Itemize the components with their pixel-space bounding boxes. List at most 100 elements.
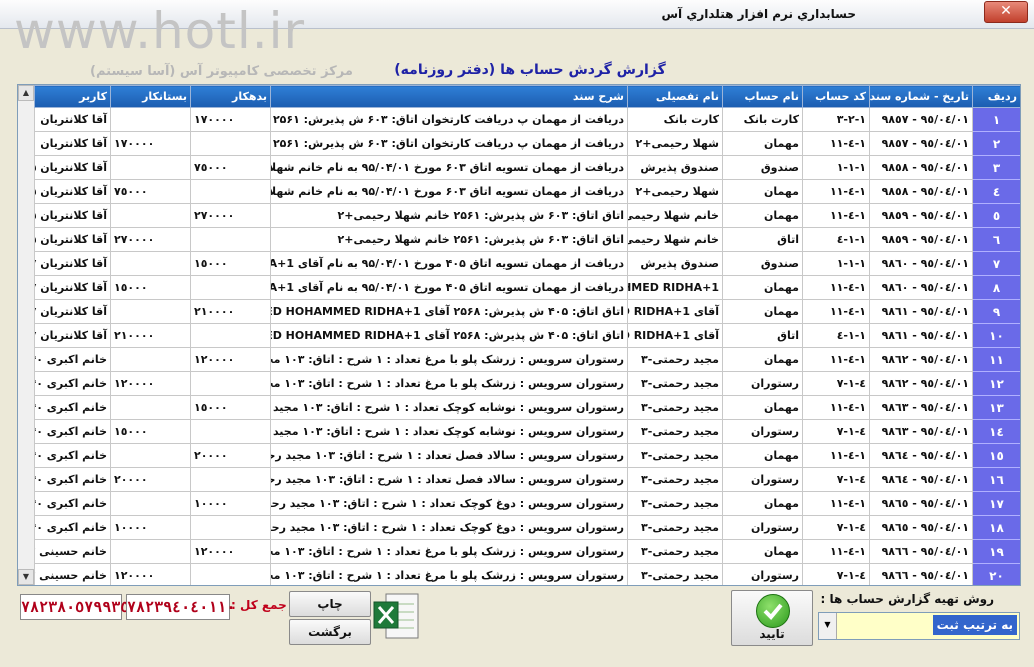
row-number-cell: ٦: [972, 227, 1020, 252]
table-row[interactable]: آقا کلانتریان ۷۷٢١٠٠٠٠اتاق اتاق: ۴۰۵ ش پ…: [34, 323, 1020, 348]
close-button[interactable]: ✕: [984, 1, 1028, 23]
column-header[interactable]: ردیف: [972, 85, 1020, 108]
print-button[interactable]: چاپ: [289, 591, 371, 617]
column-header[interactable]: تاریخ - شماره سند: [869, 85, 973, 108]
table-cell: ١٧٠٠٠٠: [190, 107, 271, 132]
table-cell: ١٢٠٠٠٠: [110, 563, 191, 585]
table-row[interactable]: آقا کلانتریان ۷۷١٥٠٠٠دریافت از مهمان تسو…: [34, 251, 1020, 276]
table-row[interactable]: آقا کلانتریان ۵۵٧٥٠٠٠دریافت از مهمان تسو…: [34, 179, 1020, 204]
table-cell: مهمان: [722, 179, 803, 204]
table-cell: صندوق: [722, 251, 803, 276]
table-row[interactable]: آقا کلانتریان ۵۱ ١٧٠٠٠٠دریافت از مهمان پ …: [34, 107, 1020, 132]
table-row[interactable]: خانم اکبری ۱:۴۰٢٠٠٠٠رستوران سرویس : سالا…: [34, 467, 1020, 492]
row-number-cell: ١٢: [972, 371, 1020, 396]
table-cell: ١-٤-١١: [802, 299, 870, 324]
dropdown-arrow-icon[interactable]: ▼: [819, 613, 837, 639]
table-cell: اتاق: [722, 227, 803, 252]
table-cell: مهمان: [722, 395, 803, 420]
table-cell: ١٥٠٠٠: [190, 395, 271, 420]
row-number-cell: ١٥: [972, 443, 1020, 468]
table-cell: ٤-١-٧: [802, 515, 870, 540]
column-header[interactable]: بستانکار: [110, 85, 191, 108]
window-title: حسابداري نرم افزار هتلداري آس: [661, 7, 857, 21]
table-cell: ٩٥/٠٤/٠١ - ٩٨٦٣: [869, 395, 973, 420]
table-cell: خانم حسینی ۴۳: [34, 539, 111, 564]
table-cell: اتاق: [722, 323, 803, 348]
table-cell: ١-٤-١١: [802, 203, 870, 228]
scroll-up-button[interactable]: ▲: [18, 85, 34, 101]
table-row[interactable]: آقا کلانتریان ۷۷٢١٠٠٠٠اتاق اتاق: ۴۰۵ ش پ…: [34, 299, 1020, 324]
table-cell: آقا کلانتریان ۷۷: [34, 299, 111, 324]
table-cell: [110, 107, 191, 132]
table-cell: ٩٥/٠٤/٠١ - ٩٨٦٢: [869, 347, 973, 372]
table-row[interactable]: آقا کلانتریان ۵۵٢٧٠٠٠٠اتاق اتاق: ۶۰۳ ش پ…: [34, 203, 1020, 228]
table-cell: مجید رحمتی-٣: [627, 419, 723, 444]
table-cell: [110, 251, 191, 276]
table-cell: ١-١-١: [802, 251, 870, 276]
row-number-cell: ١١: [972, 347, 1020, 372]
table-row[interactable]: آقا کلانتریان ۵۵٢٧٠٠٠٠اتاق اتاق: ۶۰۳ ش پ…: [34, 227, 1020, 252]
report-method-select[interactable]: ▼ به ترتیب ثبت: [818, 612, 1020, 640]
table-cell: ١-١-٤: [802, 323, 870, 348]
table-row[interactable]: آقا کلانتریان ۵۵٧٥٠٠٠دریافت از مهمان تسو…: [34, 155, 1020, 180]
table-cell: مجید رحمتی-٣: [627, 395, 723, 420]
table-row[interactable]: خانم حسینی ۴۳١٢٠٠٠٠رستوران سرویس : زرشک …: [34, 539, 1020, 564]
report-method-value: به ترتیب ثبت: [932, 615, 1017, 635]
table-cell: ٤-١-٧: [802, 419, 870, 444]
table-cell: مهمان: [722, 491, 803, 516]
table-row[interactable]: خانم اکبری ۱:۴۰١٠٠٠٠رستوران سرویس : دوغ …: [34, 515, 1020, 540]
table-cell: ٩٥/٠٤/٠١ - ٩٨٥٨: [869, 155, 973, 180]
table-cell: ٩٥/٠٤/٠١ - ٩٨٥٧: [869, 131, 973, 156]
column-header[interactable]: کاربر: [34, 85, 111, 108]
table-row[interactable]: خانم اکبری ۱:۴۰١٠٠٠٠رستوران سرویس : دوغ …: [34, 491, 1020, 516]
close-icon: ✕: [1000, 3, 1012, 19]
table-cell: ١-٢-٣: [802, 107, 870, 132]
table-row[interactable]: آقا کلانتریان ۷۷١٥٠٠٠دریافت از مهمان تسو…: [34, 275, 1020, 300]
scroll-down-button[interactable]: ▼: [18, 569, 34, 585]
table-cell: ٩٥/٠٤/٠١ - ٩٨٥٨: [869, 179, 973, 204]
table-cell: ٢٧٠٠٠٠: [190, 203, 271, 228]
table-cell: ٩٥/٠٤/٠١ - ٩٨٦٠: [869, 251, 973, 276]
column-header[interactable]: نام تفصیلی: [627, 85, 723, 108]
table-cell: [190, 371, 271, 396]
table-cell: اتاق اتاق: ۴۰۵ ش پذیرش: ۲۵۶۸ آقای AHMED …: [270, 299, 628, 324]
table-cell: مهمان: [722, 443, 803, 468]
excel-export-icon[interactable]: [372, 592, 422, 642]
table-cell: آقا کلانتریان ۵۵: [34, 227, 111, 252]
column-header[interactable]: شرح سند: [270, 85, 628, 108]
table-cell: آقا کلانتریان ۵۱: [34, 107, 111, 132]
table-cell: خانم اکبری ۱:۴۰: [34, 371, 111, 396]
table-cell: آقا کلانتریان ۵۵: [34, 179, 111, 204]
table-cell: ١-٤-١١: [802, 131, 870, 156]
table-cell: ٧٥٠٠٠: [110, 179, 191, 204]
table-row[interactable]: آقا کلانتریان ۵۱١٧٠٠٠٠دریافت از مهمان پ …: [34, 131, 1020, 156]
vertical-scrollbar[interactable]: ▲ ▼: [18, 85, 35, 585]
table-cell: دریافت از مهمان پ دریافت کارتخوان اتاق: …: [270, 107, 628, 132]
table-cell: رستوران سرویس : دوغ کوچک تعداد : ۱ شرح :…: [270, 491, 628, 516]
table-cell: [190, 467, 271, 492]
column-header[interactable]: بدهکار: [190, 85, 271, 108]
table-row[interactable]: خانم اکبری ۱:۴۰١٥٠٠٠رستوران سرویس : نوشا…: [34, 395, 1020, 420]
table-cell: مجید رحمتی-٣: [627, 515, 723, 540]
table-cell: [190, 419, 271, 444]
table-cell: ٩٥/٠٤/٠١ - ٩٨٦٦: [869, 539, 973, 564]
table-cell: [110, 491, 191, 516]
table-row[interactable]: خانم اکبری ۱:۴۰١٥٠٠٠رستوران سرویس : نوشا…: [34, 419, 1020, 444]
column-header[interactable]: نام حساب: [722, 85, 803, 108]
table-row[interactable]: خانم اکبری ۱:۴۰١٢٠٠٠٠رستوران سرویس : زرش…: [34, 371, 1020, 396]
table-row[interactable]: خانم حسینی ۴۳١٢٠٠٠٠رستوران سرویس : زرشک …: [34, 563, 1020, 585]
column-header[interactable]: کد حساب: [802, 85, 870, 108]
report-method-label: روش تهیه گزارش حساب ها :: [820, 592, 995, 606]
table-cell: [110, 539, 191, 564]
back-button[interactable]: برگشت: [289, 619, 371, 645]
table-cell: صندوق پذیرش: [627, 251, 723, 276]
table-row[interactable]: خانم اکبری ۱:۴۰٢٠٠٠٠رستوران سرویس : سالا…: [34, 443, 1020, 468]
table-cell: اتاق اتاق: ۶۰۳ ش پذیرش: ۲۵۶۱ خانم شهلا ر…: [270, 227, 628, 252]
journal-grid[interactable]: ▲ ▼ کاربر بستانکار بدهکار شرح سند نام تفصیلی…: [17, 84, 1021, 586]
table-cell: کارت بانک: [722, 107, 803, 132]
confirm-button[interactable]: تایید: [731, 590, 813, 646]
table-cell: رستوران سرویس : زرشک پلو با مرغ تعداد : …: [270, 539, 628, 564]
table-cell: خانم اکبری ۱:۴۰: [34, 419, 111, 444]
table-cell: ٩٥/٠٤/٠١ - ٩٨٦١: [869, 323, 973, 348]
table-row[interactable]: خانم اکبری ۱:۴۰١٢٠٠٠٠رستوران سرویس : زرش…: [34, 347, 1020, 372]
